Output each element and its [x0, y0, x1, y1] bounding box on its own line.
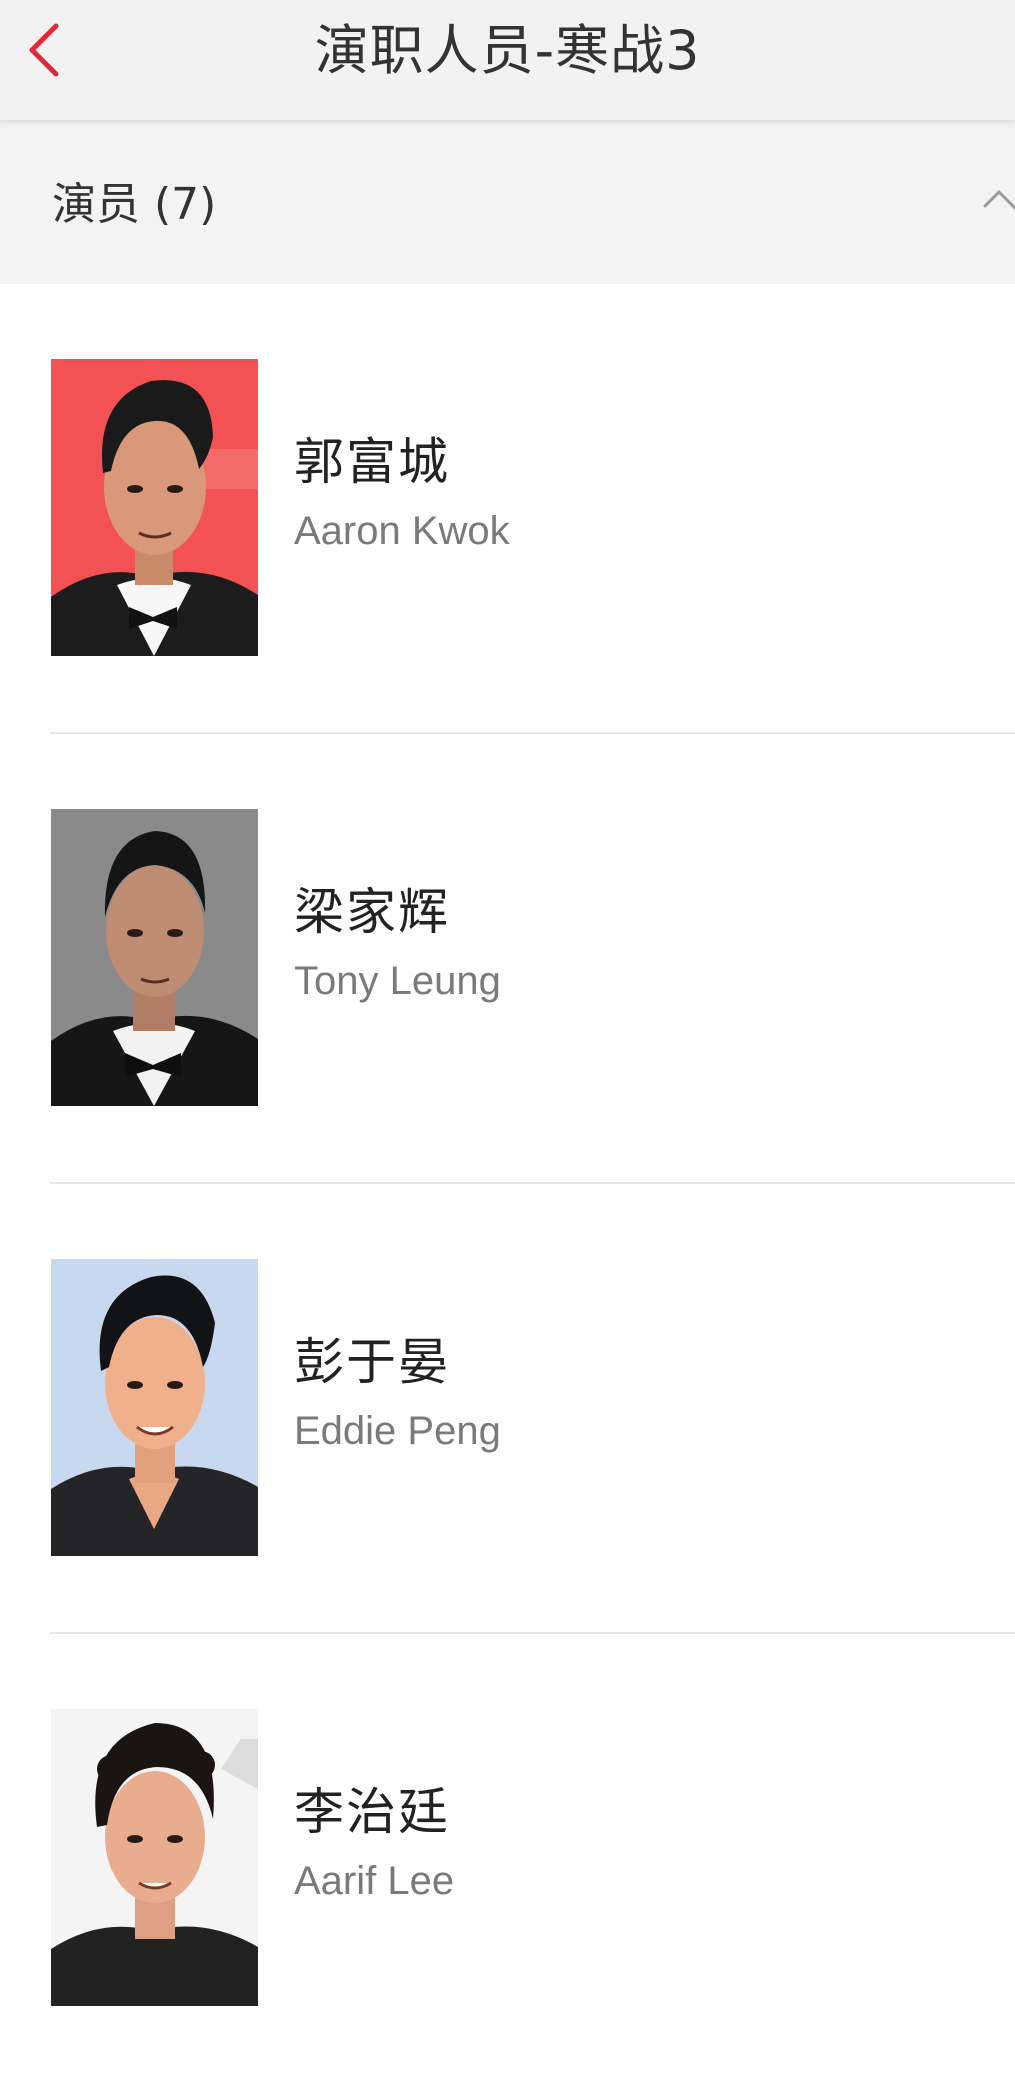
- actor-photo: [51, 1259, 258, 1556]
- actor-name-cn: 梁家辉: [294, 883, 450, 941]
- cast-row[interactable]: 郭富城 Aaron Kwok: [0, 284, 1015, 734]
- navigation-bar: 演职人员-寒战3: [0, 0, 1015, 122]
- actor-name-en: Aaron Kwok: [294, 509, 510, 553]
- actor-photo: [51, 1709, 258, 2006]
- cast-row[interactable]: 梁家辉 Tony Leung: [0, 734, 1015, 1184]
- actor-name-cn: 郭富城: [294, 433, 450, 491]
- section-label: 演员 (7): [52, 179, 217, 230]
- actor-name-cn: 李治廷: [294, 1783, 450, 1841]
- actor-photo: [51, 359, 258, 656]
- cast-list: 郭富城 Aaron Kwok 梁家辉 Tony Leung 彭于晏 Eddie …: [0, 284, 1015, 2084]
- page-title: 演职人员-寒战3: [314, 19, 701, 82]
- actor-name-en: Eddie Peng: [294, 1409, 501, 1453]
- cast-row[interactable]: 彭于晏 Eddie Peng: [0, 1184, 1015, 1634]
- actor-name-en: Tony Leung: [294, 959, 501, 1003]
- cast-section-header[interactable]: 演员 (7): [0, 122, 1015, 284]
- cast-row[interactable]: 李治廷 Aarif Lee: [0, 1634, 1015, 2084]
- actor-name-cn: 彭于晏: [294, 1333, 450, 1391]
- chevron-up-icon[interactable]: [982, 184, 1015, 210]
- actor-name-en: Aarif Lee: [294, 1859, 455, 1903]
- actor-photo: [51, 809, 258, 1106]
